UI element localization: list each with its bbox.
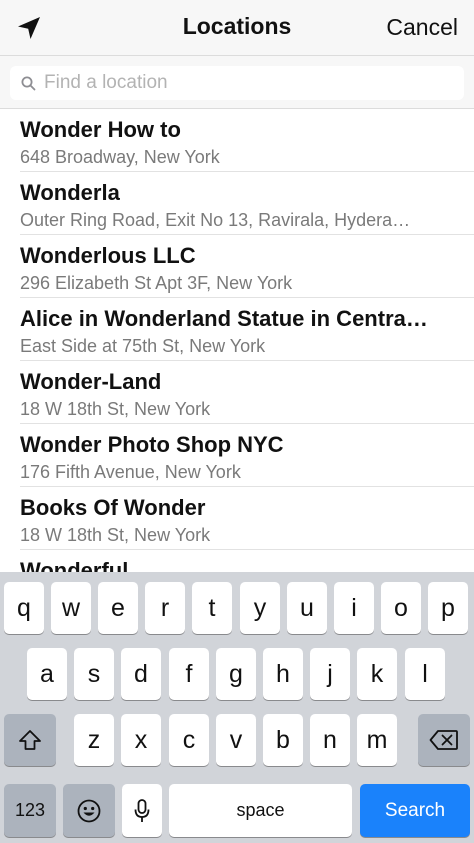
key-i[interactable]: i <box>334 582 374 634</box>
key-l[interactable]: l <box>405 648 445 700</box>
location-address: 176 Fifth Avenue, New York <box>20 462 241 482</box>
microphone-key[interactable] <box>122 784 162 837</box>
key-q[interactable]: q <box>4 582 44 634</box>
key-k[interactable]: k <box>357 648 397 700</box>
key-h[interactable]: h <box>263 648 303 700</box>
keyboard: q w e r t y u i o p a s d f g h j k l z … <box>0 572 474 843</box>
key-p[interactable]: p <box>428 582 468 634</box>
key-t[interactable]: t <box>192 582 232 634</box>
search-key[interactable]: Search <box>360 784 470 837</box>
key-c[interactable]: c <box>169 714 209 766</box>
location-name: Alice in Wonderland Statue in Centra… <box>20 306 428 331</box>
location-name: Wonderlous LLC <box>20 243 196 268</box>
key-e[interactable]: e <box>98 582 138 634</box>
search-bar <box>0 56 474 109</box>
numbers-key[interactable]: 123 <box>4 784 56 837</box>
key-v[interactable]: v <box>216 714 256 766</box>
key-o[interactable]: o <box>381 582 421 634</box>
location-list: Wonder How to 648 Broadway, New York Won… <box>0 109 474 572</box>
location-name: Wonder-Land <box>20 369 162 394</box>
search-icon <box>20 75 36 91</box>
location-name: Wonder Photo Shop NYC <box>20 432 284 457</box>
nav-bar: Locations Cancel <box>0 0 474 56</box>
location-address: 648 Broadway, New York <box>20 147 220 167</box>
key-y[interactable]: y <box>240 582 280 634</box>
key-x[interactable]: x <box>121 714 161 766</box>
key-z[interactable]: z <box>74 714 114 766</box>
list-item[interactable]: Wonderla Outer Ring Road, Exit No 13, Ra… <box>0 172 474 235</box>
list-item[interactable]: Wonder-Land 18 W 18th St, New York <box>0 361 474 424</box>
emoji-key[interactable] <box>63 784 115 837</box>
list-item[interactable]: Alice in Wonderland Statue in Centra… Ea… <box>0 298 474 361</box>
list-item[interactable]: Wonder Photo Shop NYC 176 Fifth Avenue, … <box>0 424 474 487</box>
list-item[interactable]: Wonderlous LLC 296 Elizabeth St Apt 3F, … <box>0 235 474 298</box>
key-j[interactable]: j <box>310 648 350 700</box>
key-u[interactable]: u <box>287 582 327 634</box>
microphone-icon <box>134 798 150 822</box>
location-address: 18 W 18th St, New York <box>20 399 211 419</box>
shift-icon <box>19 730 41 750</box>
key-g[interactable]: g <box>216 648 256 700</box>
list-item[interactable]: Books Of Wonder 18 W 18th St, New York <box>0 487 474 550</box>
key-a[interactable]: a <box>27 648 67 700</box>
key-m[interactable]: m <box>357 714 397 766</box>
location-address: Outer Ring Road, Exit No 13, Ravirala, H… <box>20 210 411 230</box>
search-input[interactable] <box>44 72 444 94</box>
key-r[interactable]: r <box>145 582 185 634</box>
cancel-button[interactable]: Cancel <box>386 14 458 41</box>
shift-key[interactable] <box>4 714 56 766</box>
delete-icon <box>429 730 458 750</box>
space-key[interactable]: space <box>169 784 352 837</box>
location-address: East Side at 75th St, New York <box>20 336 266 356</box>
location-name: Books Of Wonder <box>20 495 206 520</box>
location-address: 296 Elizabeth St Apt 3F, New York <box>20 273 293 293</box>
list-item[interactable]: Wonderful <box>0 550 474 572</box>
key-w[interactable]: w <box>51 582 91 634</box>
key-f[interactable]: f <box>169 648 209 700</box>
location-name: Wonder How to <box>20 117 181 142</box>
delete-key[interactable] <box>418 714 470 766</box>
location-name: Wonderla <box>20 180 120 205</box>
list-item[interactable]: Wonder How to 648 Broadway, New York <box>0 109 474 172</box>
key-s[interactable]: s <box>74 648 114 700</box>
search-field[interactable] <box>10 66 464 100</box>
location-name: Wonderful <box>20 558 129 572</box>
key-b[interactable]: b <box>263 714 303 766</box>
location-address: 18 W 18th St, New York <box>20 525 211 545</box>
key-d[interactable]: d <box>121 648 161 700</box>
location-arrow-icon[interactable] <box>14 13 44 43</box>
emoji-icon <box>77 799 101 822</box>
key-n[interactable]: n <box>310 714 350 766</box>
